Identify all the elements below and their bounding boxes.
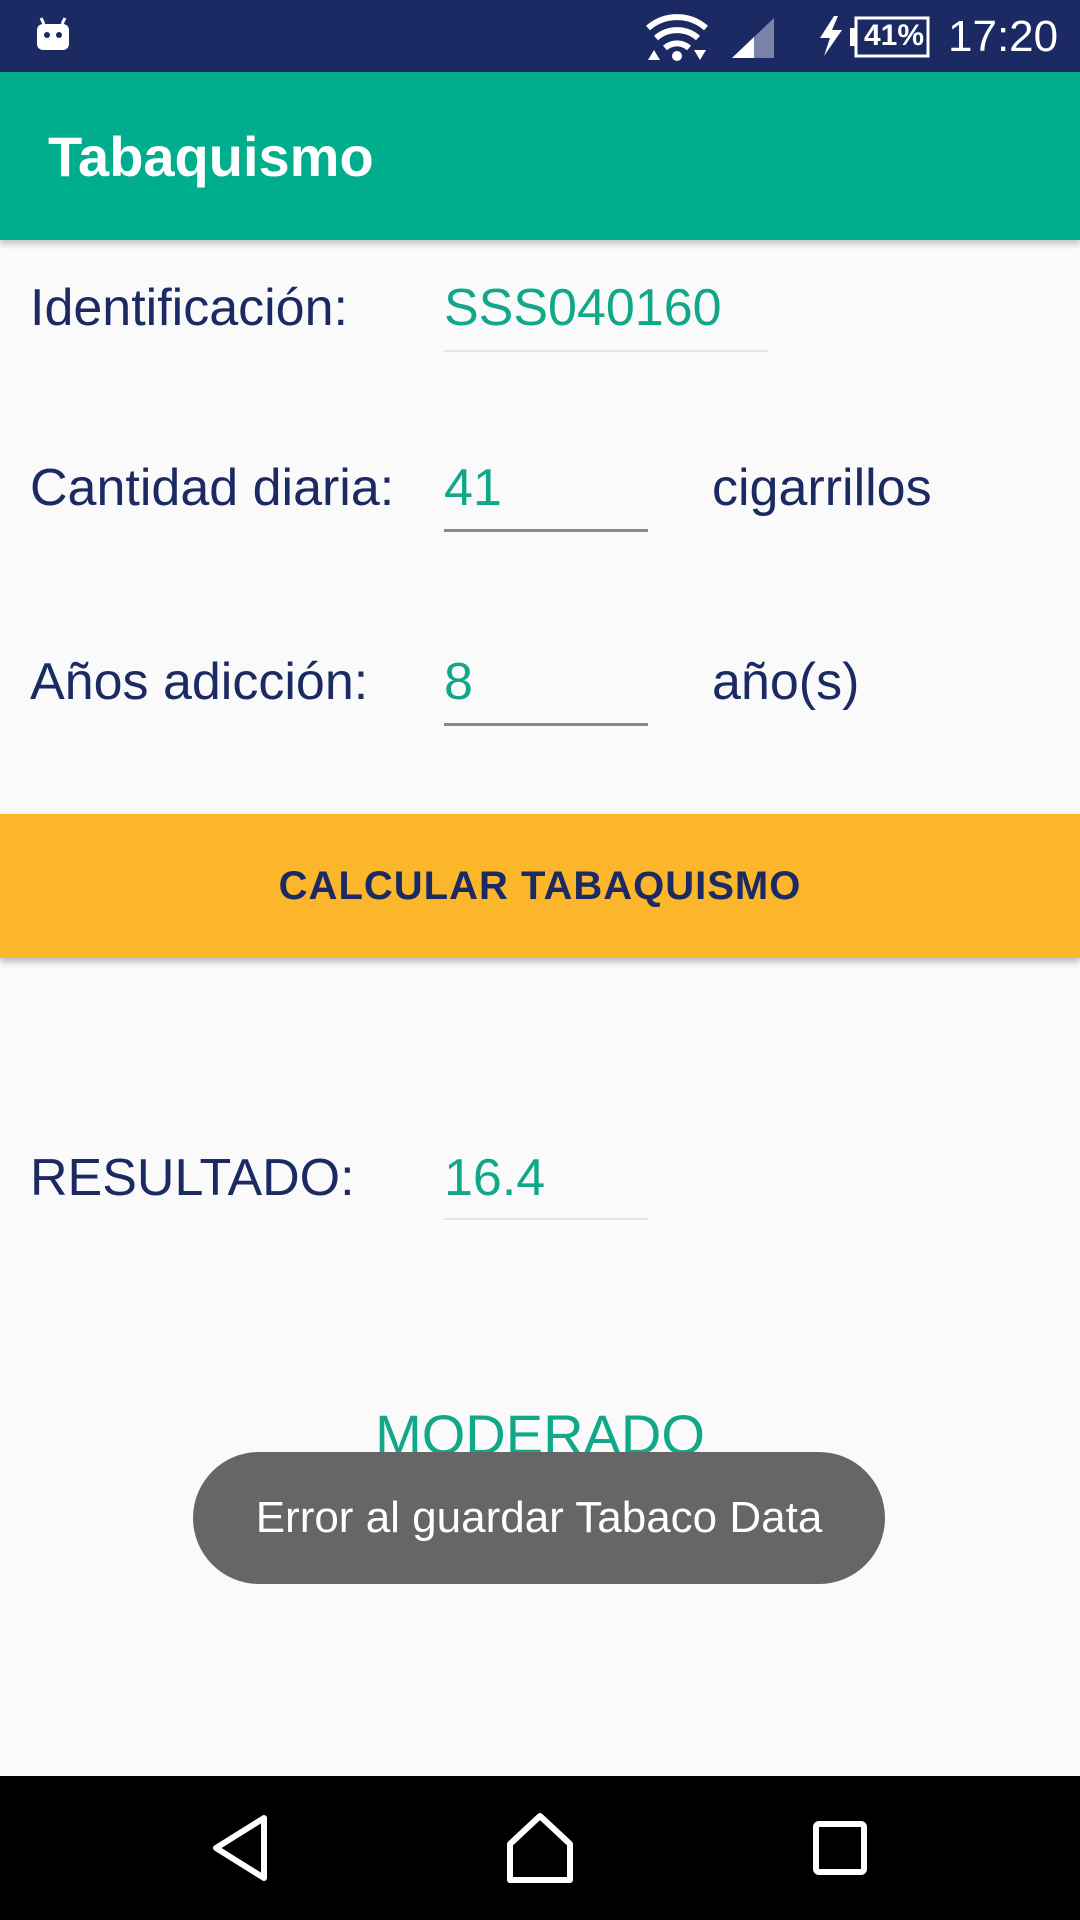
years-addiction-underline [444,723,648,726]
identification-value: SSS040160 [444,279,722,337]
home-icon[interactable] [500,1808,580,1888]
charging-icon [820,16,842,56]
status-clock: 17:20 [948,12,1059,61]
daily-amount-unit: cigarrillos [712,459,932,517]
identification-field: SSS040160 [444,276,768,352]
cell-signal-icon [732,18,774,58]
result-label: RESULTADO: [30,1149,355,1207]
daily-amount-underline [444,529,648,532]
android-notification-icon [37,17,69,50]
years-addiction-unit: año(s) [712,653,860,711]
back-icon[interactable] [202,1808,282,1888]
wifi-icon [646,14,708,61]
result-field: 16.4 [444,1146,648,1220]
identification-underline [444,350,768,352]
years-addiction-value[interactable]: 8 [444,650,473,714]
daily-amount-value[interactable]: 41 [444,456,502,520]
app-screen: 41% 17:20 Tabaquismo Identificación: SSS… [0,0,1080,1920]
result-underline [444,1218,648,1220]
years-addiction-input[interactable]: 8 [444,650,648,726]
battery-percentage: 41% [863,19,925,52]
calculate-button[interactable]: CALCULAR TABAQUISMO [0,814,1080,958]
navigation-bar [0,1776,1080,1920]
status-bar: 41% 17:20 [0,0,1080,72]
daily-amount-input[interactable]: 41 [444,456,648,532]
daily-amount-label: Cantidad diaria: [30,459,395,517]
identification-label: Identificación: [30,279,348,337]
years-addiction-label: Años adicción: [30,653,369,711]
error-toast: Error al guardar Tabaco Data [193,1452,885,1584]
result-value: 16.4 [444,1149,546,1207]
app-bar: Tabaquismo [0,72,1080,240]
recents-icon[interactable] [800,1808,880,1888]
app-title: Tabaquismo [48,125,374,188]
